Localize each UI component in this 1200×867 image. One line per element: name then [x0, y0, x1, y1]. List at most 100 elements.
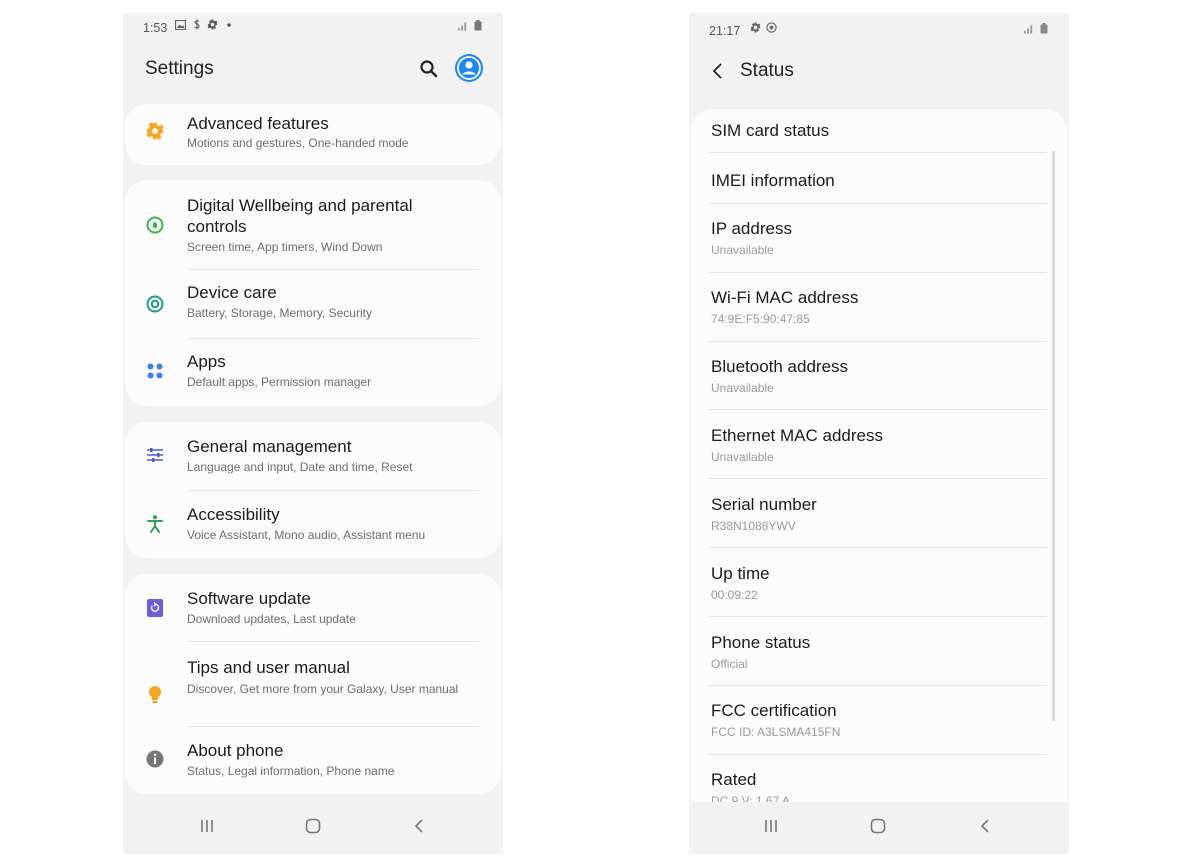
list-item-serial-number[interactable]: Serial number R38N1088YWV: [691, 494, 1067, 554]
list-item-title: Wi-Fi MAC address: [711, 288, 859, 307]
list-item-value: Official: [711, 657, 748, 671]
settings-item-accessibility[interactable]: Accessibility Voice Assistant, Mono audi…: [125, 491, 501, 558]
settings-item-subtitle: Download updates, Last update: [187, 612, 356, 626]
list-item-title: Phone status: [711, 633, 811, 652]
signal-icon: [457, 20, 468, 31]
list-item-title: SIM card status: [711, 121, 830, 140]
back-nav-button[interactable]: [707, 60, 729, 82]
recents-icon: [765, 820, 777, 832]
list-item-value: Unavailable: [711, 450, 774, 464]
divider: [709, 685, 1047, 686]
scrollbar[interactable]: [1052, 151, 1055, 721]
list-item-value: FCC ID: A3LSMA415FN: [711, 725, 841, 739]
list-item-bluetooth-address[interactable]: Bluetooth address Unavailable: [691, 356, 1067, 416]
list-item-value: 74:9E:F5:90:47:85: [711, 312, 810, 326]
divider: [709, 547, 1047, 548]
apps-icon: [143, 359, 167, 383]
home-button[interactable]: [866, 814, 890, 838]
list-item-value: R38N1088YWV: [711, 519, 796, 533]
settings-item-subtitle: Screen time, App timers, Wind Down: [187, 240, 383, 254]
settings-item-title: Apps: [187, 352, 226, 371]
list-item-ip-address[interactable]: IP address Unavailable: [691, 218, 1067, 278]
settings-item-title: Device care: [187, 283, 277, 302]
dollar-notification-icon: [191, 19, 202, 30]
list-item-wifi-mac-address[interactable]: Wi-Fi MAC address 74:9E:F5:90:47:85: [691, 287, 1067, 347]
status-bar: 21:17: [689, 13, 1069, 43]
list-item-title: IP address: [711, 219, 792, 238]
settings-item-title: Digital Wellbeing and parental controls: [187, 196, 413, 236]
list-item-imei-information[interactable]: IMEI information: [691, 167, 1067, 207]
settings-item-title: Software update: [187, 589, 311, 608]
recents-icon: [201, 820, 213, 832]
home-icon: [870, 818, 886, 834]
notification-icons: [750, 22, 777, 33]
status-list: SIM card status IMEI information IP addr…: [691, 109, 1067, 854]
settings-group-1: Advanced features Motions and gestures, …: [125, 104, 501, 165]
settings-group-4: Software update Download updates, Last u…: [125, 574, 501, 794]
settings-item-subtitle: Status, Legal information, Phone name: [187, 764, 395, 778]
list-item-title: Rated: [711, 770, 757, 789]
sync-notification-icon: [766, 22, 777, 33]
divider: [709, 478, 1047, 479]
gallery-notification-icon: [175, 19, 186, 30]
settings-item-subtitle: Discover, Get more from your Galaxy, Use…: [187, 682, 459, 696]
settings-item-tips-and-user-manual[interactable]: Tips and user manual Discover, Get more …: [125, 642, 501, 726]
accessibility-icon: [143, 512, 167, 536]
home-button[interactable]: [301, 814, 325, 838]
page-title: Status: [740, 60, 794, 81]
clock: 1:53: [143, 21, 168, 35]
settings-item-title: Tips and user manual: [187, 658, 350, 677]
divider: [709, 616, 1047, 617]
settings-item-subtitle: Voice Assistant, Mono audio, Assistant m…: [187, 528, 426, 542]
account-button[interactable]: [455, 54, 483, 82]
lightbulb-icon: [143, 683, 167, 707]
list-item-value: 00:09:22: [711, 588, 758, 602]
recents-button[interactable]: [195, 814, 219, 838]
divider: [709, 754, 1047, 755]
info-icon: [143, 747, 167, 771]
search-button[interactable]: [417, 57, 441, 81]
back-icon: [414, 819, 423, 833]
settings-item-title: Accessibility: [187, 505, 280, 524]
list-item-fcc-certification[interactable]: FCC certification FCC ID: A3LSMA415FN: [691, 700, 1067, 760]
settings-item-apps[interactable]: Apps Default apps, Permission manager: [125, 339, 501, 406]
system-icons: [457, 20, 483, 31]
settings-screen: 1:53 Settings Advanced features Motions …: [123, 13, 503, 854]
list-item-title: FCC certification: [711, 701, 837, 720]
settings-item-about-phone[interactable]: About phone Status, Legal information, P…: [125, 727, 501, 794]
list-item-sim-card-status[interactable]: SIM card status: [691, 117, 1067, 157]
settings-item-general-management[interactable]: General management Language and input, D…: [125, 422, 501, 490]
signal-icon: [1023, 23, 1034, 34]
status-screen: 21:17 Status SIM card status IMEI inform…: [689, 13, 1069, 854]
software-update-icon: [143, 596, 167, 620]
settings-item-device-care[interactable]: Device care Battery, Storage, Memory, Se…: [125, 270, 501, 338]
list-item-title: Serial number: [711, 495, 817, 514]
list-item-title: Bluetooth address: [711, 357, 849, 376]
battery-icon: [1038, 23, 1049, 34]
navigation-bar: [689, 802, 1069, 854]
wellbeing-icon: [143, 213, 167, 237]
list-item-title: Up time: [711, 564, 770, 583]
settings-item-software-update[interactable]: Software update Download updates, Last u…: [125, 574, 501, 641]
notification-icons: [175, 19, 234, 30]
settings-item-advanced-features[interactable]: Advanced features Motions and gestures, …: [125, 104, 501, 165]
divider: [709, 203, 1047, 204]
divider: [709, 341, 1047, 342]
settings-notification-icon: [750, 22, 761, 33]
system-icons: [1023, 23, 1049, 34]
back-button[interactable]: [407, 814, 431, 838]
list-item-up-time[interactable]: Up time 00:09:22: [691, 563, 1067, 623]
list-item-ethernet-mac-address[interactable]: Ethernet MAC address Unavailable: [691, 425, 1067, 485]
settings-item-digital-wellbeing[interactable]: Digital Wellbeing and parental controls …: [125, 180, 501, 268]
navigation-bar: [123, 802, 503, 854]
back-button[interactable]: [973, 814, 997, 838]
account-icon: [457, 56, 481, 80]
list-item-title: IMEI information: [711, 171, 835, 190]
sliders-icon: [143, 443, 167, 467]
more-notifications-dot-icon: [223, 19, 234, 30]
home-icon: [305, 818, 321, 834]
clock: 21:17: [709, 24, 741, 38]
recents-button[interactable]: [759, 814, 783, 838]
list-item-value: Unavailable: [711, 381, 774, 395]
list-item-phone-status[interactable]: Phone status Official: [691, 632, 1067, 692]
